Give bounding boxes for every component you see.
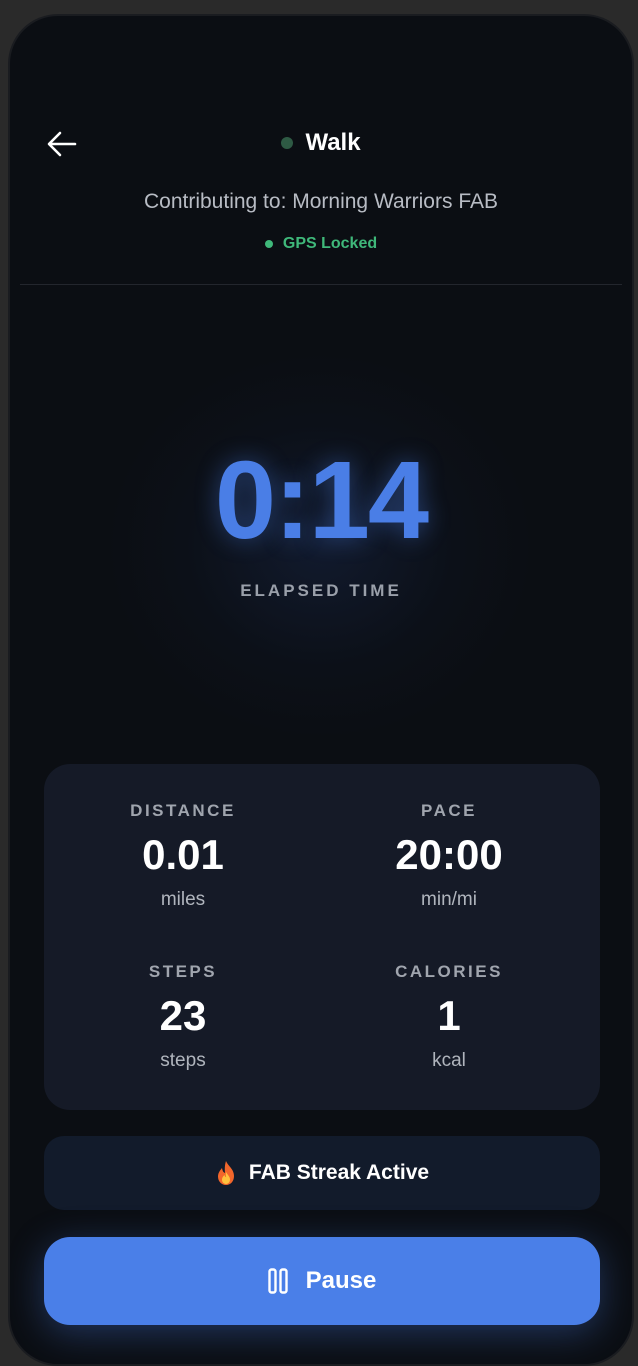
activity-title: Walk: [305, 129, 361, 156]
pause-button-label: Pause: [305, 1267, 377, 1294]
phone-frame: Walk Contributing to: Morning Warriors F…: [10, 16, 632, 1364]
contributing-to-text: Contributing to: Morning Warriors FAB: [143, 190, 499, 213]
stat-distance-value: 0.01: [142, 831, 224, 878]
stat-distance-unit: miles: [160, 889, 206, 910]
stats-card: DISTANCE 0.01 miles PACE 20:00 min/mi ST…: [44, 764, 600, 1110]
stat-steps: STEPS 23 steps: [44, 961, 322, 1073]
stat-steps-value: 23: [159, 992, 207, 1039]
stat-pace-label: PACE: [421, 801, 477, 820]
pause-icon: [267, 1268, 288, 1294]
stat-pace-unit: min/mi: [421, 889, 477, 910]
stat-calories-value: 1: [437, 992, 461, 1039]
stat-pace-value: 20:00: [395, 831, 503, 878]
streak-text: FAB Streak Active: [248, 1161, 430, 1184]
stat-steps-label: STEPS: [148, 962, 218, 981]
activity-status-dot: [281, 137, 294, 149]
gps-status-dot: [264, 240, 273, 248]
stat-steps-unit: steps: [160, 1050, 206, 1071]
gps-status: GPS Locked: [10, 235, 632, 253]
stat-distance-label: DISTANCE: [130, 801, 236, 820]
stat-calories: CALORIES 1 kcal: [310, 961, 588, 1073]
elapsed-time-label: ELAPSED TIME: [240, 581, 402, 600]
pause-button[interactable]: Pause: [44, 1237, 600, 1325]
header: Walk Contributing to: Morning Warriors F…: [10, 16, 632, 284]
stat-distance: DISTANCE 0.01 miles: [44, 800, 322, 912]
stat-calories-unit: kcal: [432, 1050, 466, 1071]
elapsed-time-value: 0:14: [214, 439, 429, 562]
header-divider: [20, 284, 622, 285]
activity-title-row: Walk: [10, 126, 632, 160]
stat-calories-label: CALORIES: [395, 962, 503, 981]
streak-banner: FAB Streak Active: [44, 1136, 600, 1210]
gps-status-text: GPS Locked: [282, 235, 378, 252]
flame-icon: [217, 1161, 234, 1185]
stat-pace: PACE 20:00 min/mi: [310, 800, 588, 912]
